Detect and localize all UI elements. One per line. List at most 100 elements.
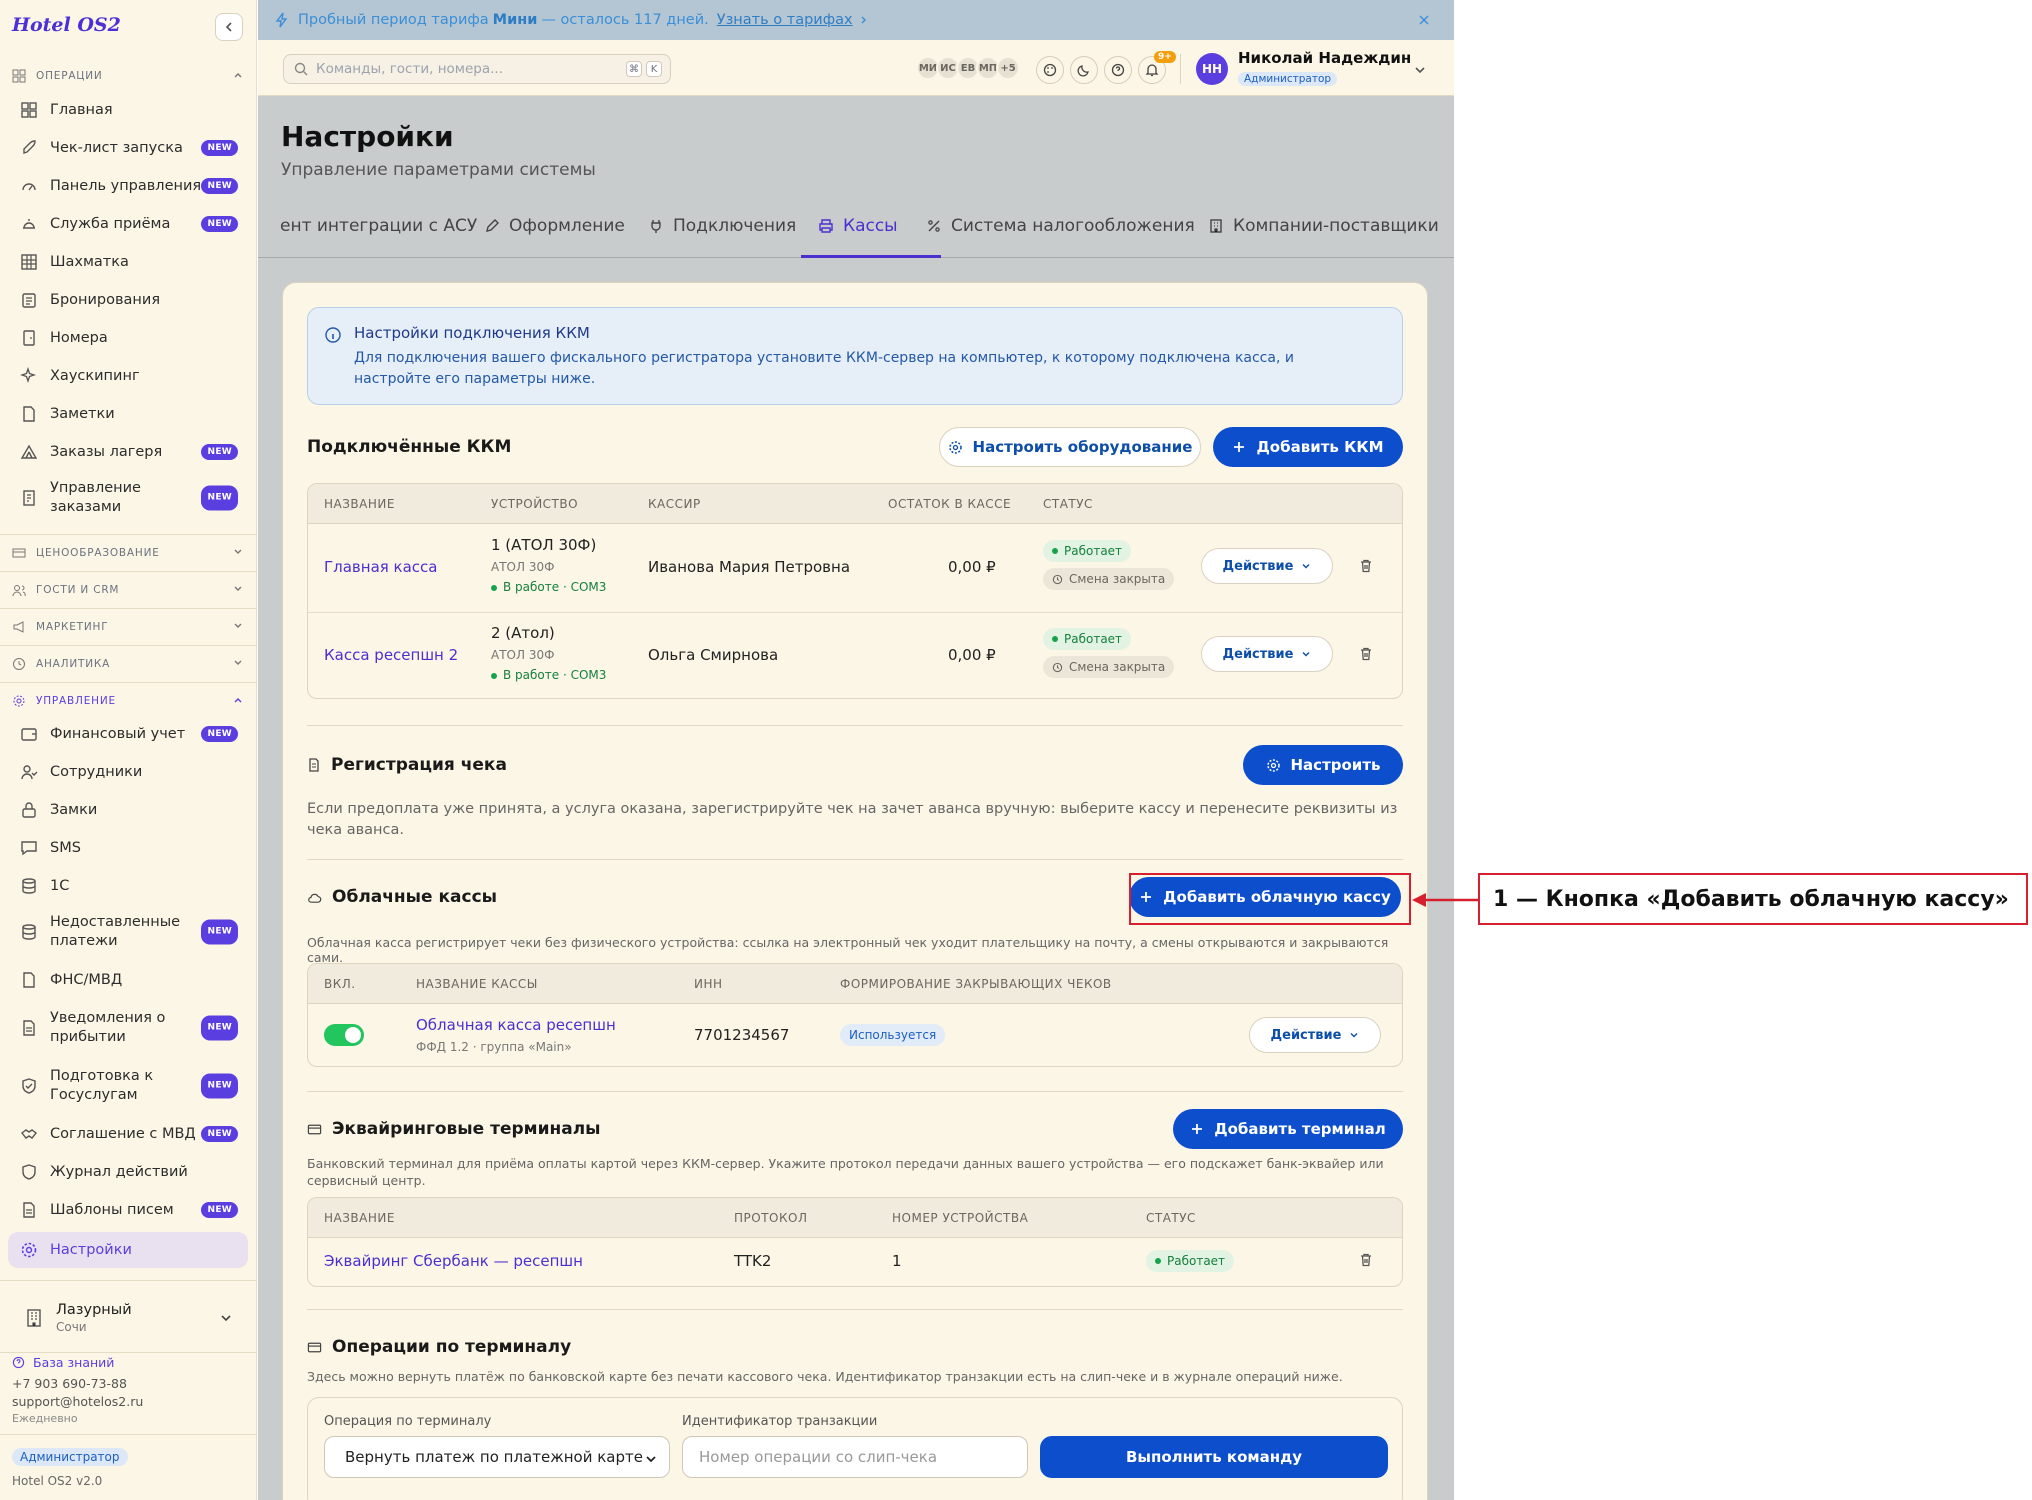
sidebar-item-gosuslugi[interactable]: Подготовка к Госуслугам NEW xyxy=(8,1064,248,1108)
tab-appearance[interactable]: Оформление xyxy=(484,216,625,236)
kkm-name-link[interactable]: Главная касса xyxy=(324,558,438,576)
terminal-ops-description: Здесь можно вернуть платёж по банковской… xyxy=(307,1369,1343,1384)
sidebar-item-order-management[interactable]: Управление заказами NEW xyxy=(8,476,248,520)
sidebar-item-locks[interactable]: Замки xyxy=(8,794,248,826)
execute-command-button[interactable]: Выполнить команду xyxy=(1040,1436,1388,1478)
sidebar-item-front-desk[interactable]: Служба приёма NEW xyxy=(8,208,248,240)
cloud-register-inn: 7701234567 xyxy=(694,1026,790,1044)
section-label: Гости и CRM xyxy=(36,584,120,596)
kkm-table-header: Название Устройство Кассир Остаток в кас… xyxy=(308,484,1402,524)
sidebar-item-housekeeping[interactable]: Хаускипинг xyxy=(8,360,248,392)
tab-cash-registers[interactable]: Кассы xyxy=(818,216,898,236)
trash-icon[interactable] xyxy=(1358,558,1374,574)
tab-taxation[interactable]: Система налогообложения xyxy=(926,216,1195,236)
column-header: Название xyxy=(324,497,395,511)
sidebar-item-arrival-notices[interactable]: Уведомления о прибытии NEW xyxy=(8,1006,248,1050)
sidebar-item-rooms[interactable]: Номера xyxy=(8,322,248,354)
sidebar-item-notes[interactable]: Заметки xyxy=(8,398,248,430)
sidebar-item-launch-checklist[interactable]: Чек-лист запуска NEW xyxy=(8,132,248,164)
theme-palette-button[interactable] xyxy=(1036,56,1064,84)
cloud-register-name-link[interactable]: Облачная касса ресепшн xyxy=(416,1016,616,1034)
grid-icon xyxy=(12,69,26,83)
sidebar-item-chessboard[interactable]: Шахматка xyxy=(8,246,248,278)
sidebar-item-fns[interactable]: ФНС/МВД xyxy=(8,964,248,996)
section-pricing[interactable]: Ценообразование xyxy=(0,541,257,565)
sidebar-item-label: 1С xyxy=(50,878,70,894)
sidebar-item-staff[interactable]: Сотрудники xyxy=(8,756,248,788)
new-badge: NEW xyxy=(201,444,238,460)
column-header: Номер устройства xyxy=(892,1211,1029,1225)
tab-connections[interactable]: Подключения xyxy=(648,216,796,236)
close-icon[interactable] xyxy=(1418,14,1430,26)
sidebar-item-label: Бронирования xyxy=(50,292,161,308)
row-action-dropdown[interactable]: Действие xyxy=(1249,1017,1381,1053)
section-marketing[interactable]: Маркетинг xyxy=(0,615,257,639)
row-action-dropdown[interactable]: Действие xyxy=(1201,636,1333,672)
chevron-up-icon xyxy=(234,698,242,703)
sidebar-item-dashboard[interactable]: Панель управления NEW xyxy=(8,170,248,202)
percent-icon xyxy=(928,220,940,232)
dark-mode-button[interactable] xyxy=(1070,56,1098,84)
knowledge-base-link[interactable]: База знаний xyxy=(12,1352,114,1372)
tab-asu-integration[interactable]: ент интеграции с АСУ xyxy=(280,216,477,236)
chevron-down-icon[interactable] xyxy=(1414,64,1426,76)
sidebar-item-action-log[interactable]: Журнал действий xyxy=(8,1156,248,1188)
sidebar-item-label: Подготовка к Госуслугам xyxy=(50,1068,154,1103)
property-city: Сочи xyxy=(56,1320,87,1334)
kkm-model: АТОЛ 30Ф xyxy=(491,648,555,662)
user-role-badge: Администратор xyxy=(1238,72,1338,86)
receipt-configure-button[interactable]: Настроить xyxy=(1243,745,1403,785)
sidebar-item-label: Шахматка xyxy=(50,254,129,270)
sidebar-item-sms[interactable]: SMS xyxy=(8,832,248,864)
terminal-name-link[interactable]: Эквайринг Сбербанк — ресепшн xyxy=(324,1252,583,1270)
tab-suppliers[interactable]: Компании-поставщики xyxy=(1208,216,1439,236)
add-kkm-button[interactable]: Добавить ККМ xyxy=(1213,427,1403,467)
online-users-more[interactable]: +5 xyxy=(996,56,1020,80)
cloud-register-enabled-toggle[interactable] xyxy=(324,1024,364,1046)
support-phone[interactable]: +7 903 690-73-88 xyxy=(12,1376,127,1391)
column-header: Кассир xyxy=(648,497,701,511)
sidebar-collapse-button[interactable] xyxy=(215,13,243,41)
support-email[interactable]: support@hotelos2.ru xyxy=(12,1394,143,1409)
sidebar-item-camp-orders[interactable]: Заказы лагеря NEW xyxy=(8,436,248,468)
section-guests[interactable]: Гости и CRM xyxy=(0,578,257,602)
sidebar-item-email-templates[interactable]: Шаблоны писем NEW xyxy=(8,1194,248,1226)
user-name[interactable]: Николай Надеждин xyxy=(1238,49,1411,67)
sidebar-item-finance[interactable]: Финансовый учет NEW xyxy=(8,718,248,750)
bell-icon xyxy=(1145,64,1159,77)
sidebar-item-mvd-agreement[interactable]: Соглашение с МВД NEW xyxy=(8,1118,248,1150)
gauge-icon xyxy=(22,183,36,191)
sidebar-item-unpaid[interactable]: Недоставленные платежи NEW xyxy=(8,910,248,954)
transaction-id-input[interactable]: Номер операции со слип-чека xyxy=(682,1436,1028,1478)
tab-label: Система налогообложения xyxy=(951,216,1195,236)
chevron-down-icon xyxy=(234,586,242,591)
note-icon xyxy=(23,972,35,988)
chevron-down-icon xyxy=(1350,1033,1358,1038)
trash-icon[interactable] xyxy=(1358,1252,1374,1268)
section-operations[interactable]: Операции xyxy=(0,64,257,88)
sidebar-item-settings[interactable]: Настройки xyxy=(8,1232,248,1268)
pricing-link[interactable]: Узнать о тарифах xyxy=(717,12,853,28)
configure-equipment-button[interactable]: Настроить оборудование xyxy=(939,427,1201,467)
active-tab-indicator xyxy=(801,255,941,258)
section-analytics[interactable]: Аналитика xyxy=(0,652,257,676)
property-switcher[interactable]: Лазурный Сочи xyxy=(8,1290,248,1346)
notifications-button[interactable]: 9+ xyxy=(1138,51,1176,84)
clock-icon xyxy=(1052,574,1063,584)
trash-icon[interactable] xyxy=(1358,646,1374,662)
sidebar-item-1c[interactable]: 1С xyxy=(8,870,248,902)
row-action-dropdown[interactable]: Действие xyxy=(1201,548,1333,584)
command-search-input[interactable]: Команды, гости, номера... ⌘ K xyxy=(283,54,671,84)
operation-select[interactable]: Вернуть платеж по платежной карте xyxy=(324,1436,670,1478)
note-icon xyxy=(23,406,35,422)
sidebar-item-home[interactable]: Главная xyxy=(8,94,248,126)
kkm-name-link[interactable]: Касса ресепшн 2 xyxy=(324,646,458,664)
sidebar-item-bookings[interactable]: Бронирования xyxy=(8,284,248,316)
user-avatar[interactable]: НН xyxy=(1196,53,1228,85)
sidebar-item-label: Недоставленные платежи xyxy=(50,914,181,949)
sidebar-item-label: Замки xyxy=(50,802,98,818)
help-button[interactable] xyxy=(1104,56,1132,84)
database-icon xyxy=(22,878,36,894)
section-management[interactable]: Управление xyxy=(0,689,257,713)
add-terminal-button[interactable]: Добавить терминал xyxy=(1173,1109,1403,1149)
